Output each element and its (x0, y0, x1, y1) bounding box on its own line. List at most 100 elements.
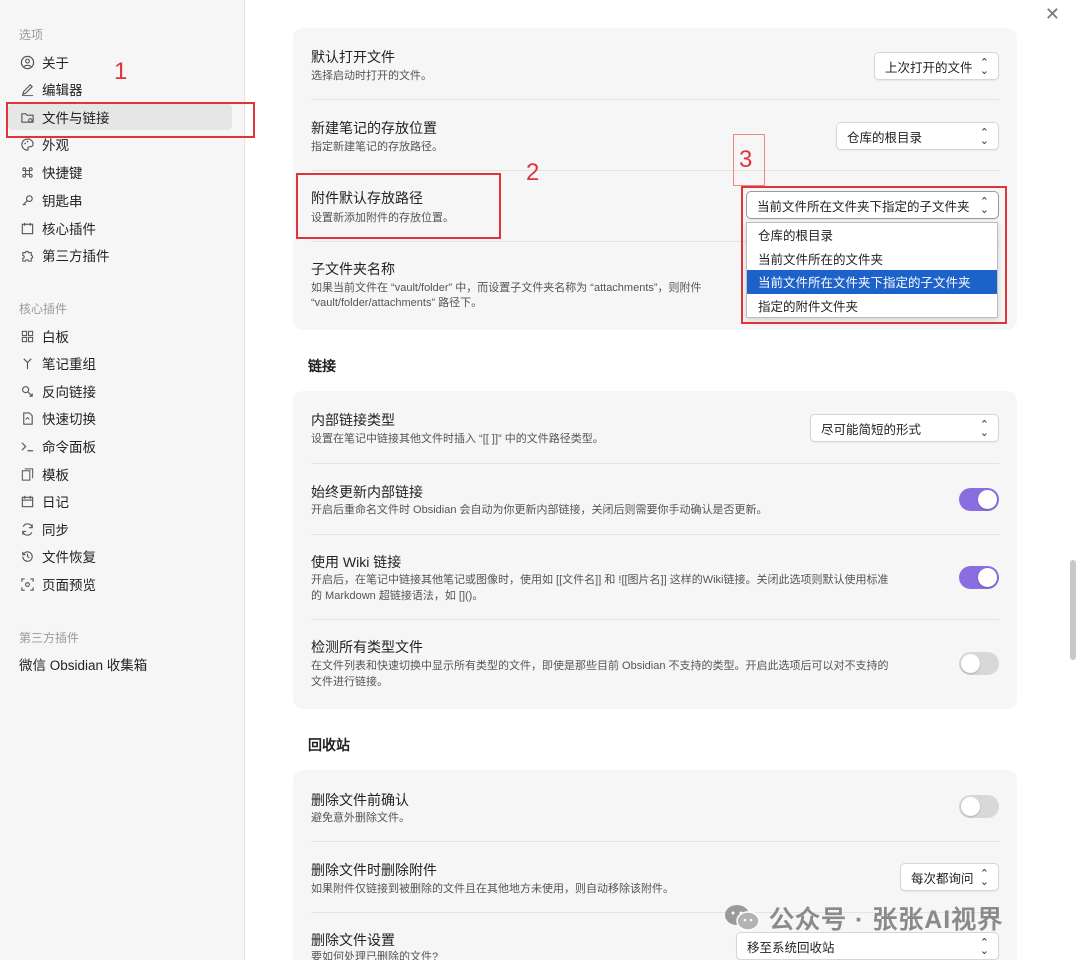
sidebar-item-label: 模板 (42, 468, 69, 483)
sidebar-item-label: 页面预览 (42, 578, 96, 593)
chevron-updown-icon: ⌃ ⌄ (979, 127, 989, 147)
key-icon (19, 192, 35, 208)
palette-icon (19, 136, 35, 152)
sidebar-item-command-palette[interactable]: 命令面板 (8, 433, 232, 459)
setting-title: 删除文件时删除附件 (311, 862, 437, 878)
sidebar-item-third-party[interactable]: 第三方插件 (8, 242, 232, 268)
sidebar-item-label: 关于 (42, 56, 69, 71)
setting-title: 删除文件设置 (311, 932, 395, 948)
select-value: 上次打开的文件 (885, 60, 973, 75)
sidebar-item-canvas[interactable]: 白板 (8, 323, 232, 349)
setting-description: 设置在笔记中链接其他文件时插入 “[[ ]]” 中的文件路径类型。 (311, 433, 604, 445)
setting-title: 始终更新内部链接 (311, 484, 423, 500)
sidebar-item-daily-notes[interactable]: 日记 (8, 488, 232, 514)
annotation-number-1: 1 (114, 58, 128, 85)
annotation-box-1 (6, 102, 255, 138)
calendar-icon (19, 493, 35, 509)
merge-icon (19, 355, 35, 371)
confirm-delete-toggle[interactable] (959, 795, 999, 818)
section-heading-trash: 回收站 (308, 737, 350, 753)
setting-new-note-location: 新建笔记的存放位置 指定新建笔记的存放路径。 仓库的根目录 ⌃ ⌄ (311, 100, 999, 171)
delete-attachments-select[interactable]: 每次都询问 ⌃ ⌄ (900, 863, 999, 891)
preview-icon (19, 576, 35, 592)
watermark-text: 公众号 · 张张AI视界 (769, 906, 1004, 934)
toggle-knob (978, 568, 997, 587)
sidebar-item-note-composer[interactable]: 笔记重组 (8, 350, 232, 376)
setting-title: 子文件夹名称 (311, 261, 395, 277)
toggle-knob (961, 654, 980, 673)
setting-description-line: 文件进行链接。 (311, 676, 388, 688)
sidebar-item-backlinks[interactable]: 反向链接 (8, 378, 232, 404)
puzzle-icon (19, 247, 35, 263)
default-open-file-select[interactable]: 上次打开的文件 ⌃ ⌄ (874, 52, 999, 80)
setting-title: 使用 Wiki 链接 (311, 554, 402, 570)
sidebar-item-hotkeys[interactable]: 快捷键 (8, 159, 232, 185)
setting-internal-link-type: 内部链接类型 设置在笔记中链接其他文件时插入 “[[ ]]” 中的文件路径类型。… (311, 391, 999, 464)
close-icon[interactable]: ✕ (1045, 4, 1060, 25)
sync-icon (19, 521, 35, 537)
setting-description-line: 在文件列表和快速切换中显示所有类型的文件，即使是那些目前 Obsidian 不支… (311, 660, 889, 672)
chevron-updown-icon: ⌃ ⌄ (979, 937, 989, 957)
sidebar-item-label: 笔记重组 (42, 357, 96, 372)
template-icon (19, 466, 35, 482)
setting-description: 避免意外删除文件。 (311, 812, 410, 824)
command-icon (19, 164, 35, 180)
pencil-icon (19, 81, 35, 97)
chevron-updown-icon: ⌃ ⌄ (979, 868, 989, 888)
sidebar-item-label: 命令面板 (42, 440, 96, 455)
sidebar-item-core-plugins[interactable]: 核心插件 (8, 215, 232, 241)
sidebar-item-label: 反向链接 (42, 385, 96, 400)
chevron-updown-icon: ⌃ ⌄ (979, 57, 989, 77)
sidebar-section-options: 选项 (19, 28, 44, 42)
sidebar-item-wechat-inbox[interactable]: 微信 Obsidian 收集箱 (8, 651, 232, 677)
sidebar-item-label: 同步 (42, 523, 69, 538)
auto-update-links-toggle[interactable] (959, 488, 999, 511)
setting-wiki-links: 使用 Wiki 链接 开启后，在笔记中链接其他笔记或图像时，使用如 [[文件名]… (311, 535, 999, 620)
sidebar-item-label: 微信 Obsidian 收集箱 (19, 658, 148, 673)
setting-description: 选择启动时打开的文件。 (311, 70, 432, 82)
setting-title: 检测所有类型文件 (311, 639, 423, 655)
sidebar-item-keychain[interactable]: 钥匙串 (8, 187, 232, 213)
scrollbar-thumb[interactable] (1070, 560, 1076, 660)
annotation-number-2: 2 (526, 159, 540, 186)
sidebar-item-label: 核心插件 (42, 222, 96, 237)
wiki-links-toggle[interactable] (959, 566, 999, 589)
setting-confirm-delete: 删除文件前确认 避免意外删除文件。 (311, 770, 999, 842)
sidebar-item-label: 快捷键 (42, 166, 83, 181)
setting-description-line: 开启后，在笔记中链接其他笔记或图像时，使用如 [[文件名]] 和 ![[图片名]… (311, 574, 889, 586)
setting-title: 删除文件前确认 (311, 792, 409, 808)
setting-description-line: “vault/folder/attachments” 路径下。 (311, 297, 483, 309)
sidebar-item-sync[interactable]: 同步 (8, 516, 232, 542)
switch-file-icon (19, 410, 35, 426)
toggle-knob (978, 490, 997, 509)
setting-detect-all-files: 检测所有类型文件 在文件列表和快速切换中显示所有类型的文件，即使是那些目前 Ob… (311, 620, 999, 709)
select-value: 每次都询问 (911, 871, 974, 886)
setting-title: 默认打开文件 (311, 49, 395, 65)
sidebar-item-label: 第三方插件 (42, 249, 110, 264)
links-settings-card: 内部链接类型 设置在笔记中链接其他文件时插入 “[[ ]]” 中的文件路径类型。… (293, 391, 1017, 709)
select-value: 尽可能简短的形式 (821, 422, 922, 437)
setting-default-open-file: 默认打开文件 选择启动时打开的文件。 上次打开的文件 ⌃ ⌄ (311, 28, 999, 100)
chevron-updown-icon: ⌃ ⌄ (979, 419, 989, 439)
sidebar-item-label: 快速切换 (42, 412, 96, 427)
sidebar-item-file-recovery[interactable]: 文件恢复 (8, 543, 232, 569)
detect-all-files-toggle[interactable] (959, 652, 999, 675)
annotation-box-2 (296, 173, 501, 239)
internal-link-type-select[interactable]: 尽可能简短的形式 ⌃ ⌄ (810, 414, 999, 442)
new-note-location-select[interactable]: 仓库的根目录 ⌃ ⌄ (836, 122, 999, 150)
watermark: 公众号 · 张张AI视界 (723, 900, 1003, 936)
settings-sidebar: 选项 关于 编辑器 文件与链接 外观 快捷键 钥匙串 核心插件 第三方插件 核心… (0, 0, 245, 960)
setting-description: 如果附件仅链接到被删除的文件且在其他地方未使用，则自动移除该附件。 (311, 883, 674, 895)
grid-icon (19, 328, 35, 344)
section-heading-links: 链接 (308, 358, 336, 374)
sidebar-item-quick-switcher[interactable]: 快速切换 (8, 405, 232, 431)
sidebar-item-page-preview[interactable]: 页面预览 (8, 571, 232, 597)
about-icon (19, 54, 35, 70)
sidebar-item-templates[interactable]: 模板 (8, 461, 232, 487)
setting-description-line: 如果当前文件在 “vault/folder” 中，而设置子文件夹名称为 “att… (311, 282, 702, 294)
sidebar-item-label: 日记 (42, 495, 69, 510)
delete-files-select[interactable]: 移至系统回收站 ⌃ ⌄ (736, 932, 999, 960)
sidebar-section-third-party: 第三方插件 (19, 631, 80, 645)
sidebar-section-core: 核心插件 (19, 302, 68, 316)
select-value: 仓库的根目录 (847, 130, 923, 145)
